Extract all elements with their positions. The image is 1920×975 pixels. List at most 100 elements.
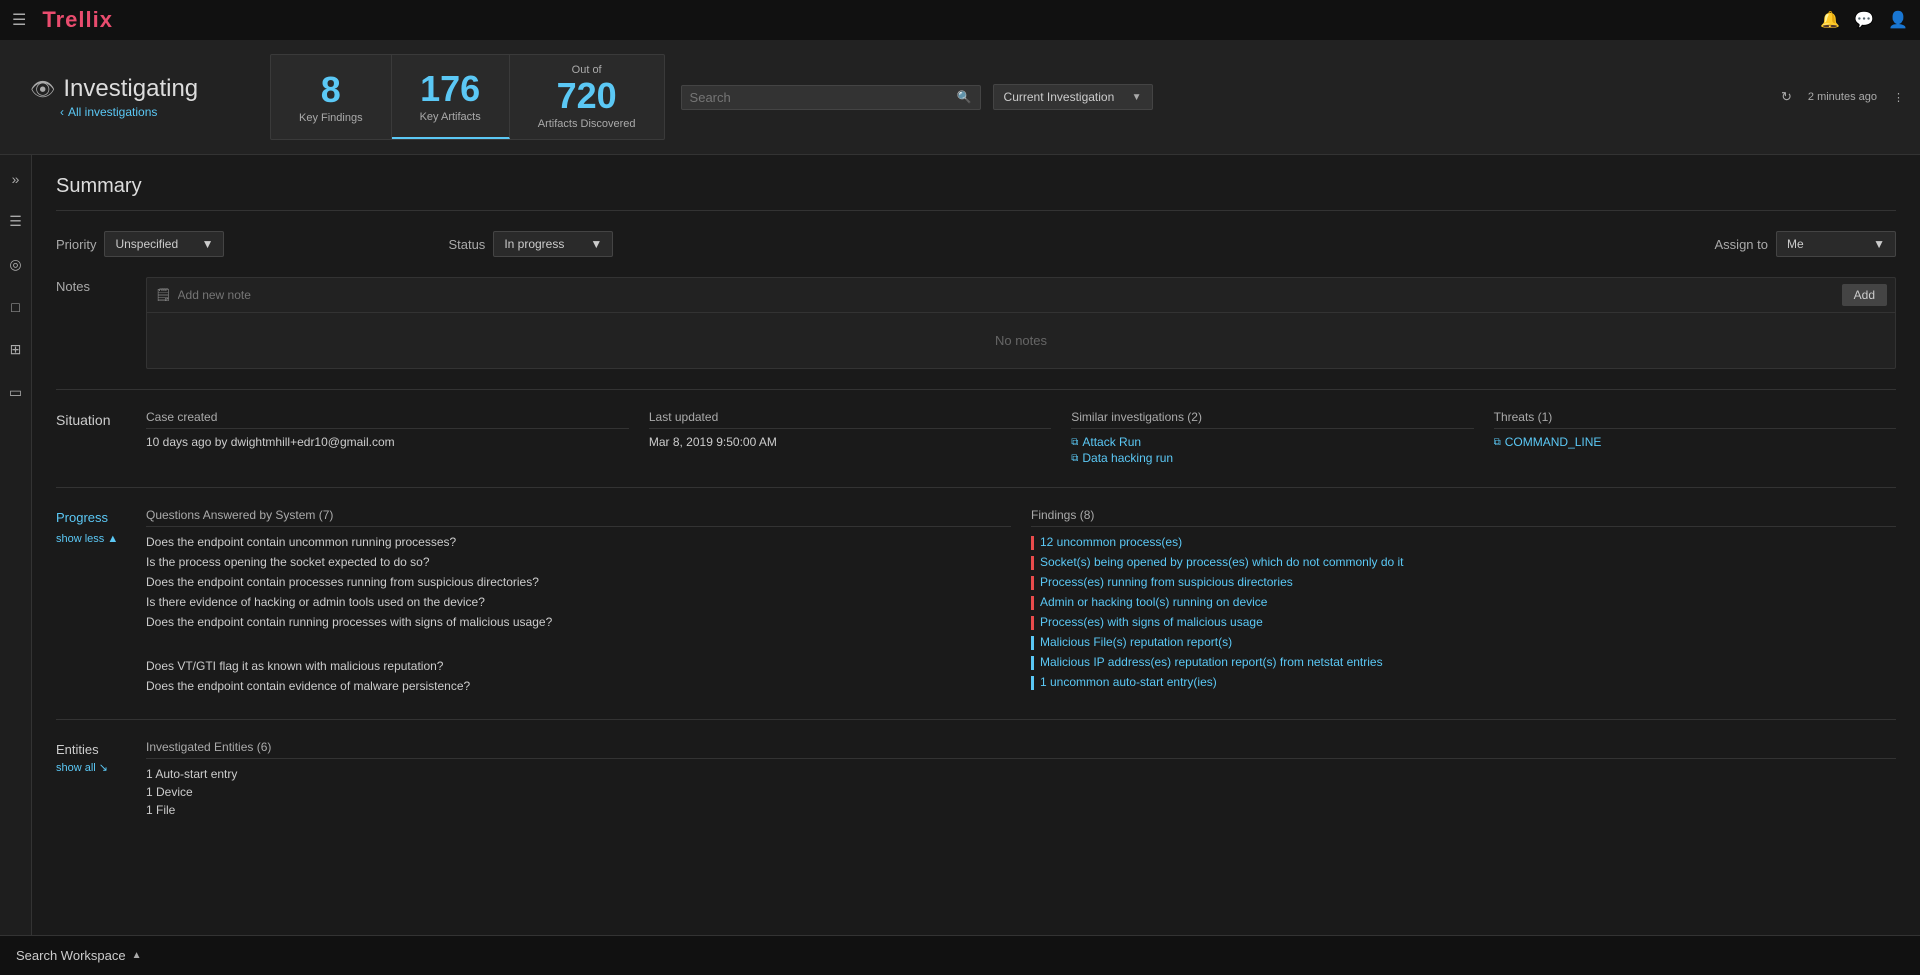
status-dropdown[interactable]: In progress ▼ xyxy=(493,231,613,257)
user-icon[interactable]: 👤 xyxy=(1888,10,1908,30)
last-updated-col: Last updated Mar 8, 2019 9:50:00 AM xyxy=(649,410,1051,467)
artifacts-label: Artifacts Discovered xyxy=(538,118,636,130)
content-area: Summary Priority Unspecified ▼ Status In… xyxy=(32,155,1920,935)
finding-bar-blue xyxy=(1031,656,1034,670)
search-box[interactable]: 🔍 xyxy=(681,85,981,110)
progress-label: Progress xyxy=(56,510,146,525)
notes-section: Notes 🗒 Add No notes xyxy=(56,277,1896,369)
entity-1: 1 Auto-start entry xyxy=(146,767,1896,781)
finding-bar-blue xyxy=(1031,676,1034,690)
sidebar: » ☰ ◎ □ ⊞ ▭ xyxy=(0,155,32,935)
key-findings-label: Key Findings xyxy=(299,112,363,124)
sidebar-expand-icon[interactable]: » xyxy=(8,167,24,191)
findings-header: Findings (8) xyxy=(1031,508,1896,527)
all-investigations-link[interactable]: ‹ All investigations xyxy=(60,105,250,119)
finding-text-7[interactable]: Malicious IP address(es) reputation repo… xyxy=(1040,655,1383,669)
more-options-icon[interactable]: ⋮ xyxy=(1893,91,1904,104)
finding-6: Malicious File(s) reputation report(s) xyxy=(1031,635,1896,650)
key-findings-number: 8 xyxy=(321,70,341,110)
status-group: Status In progress ▼ xyxy=(448,231,613,257)
status-label: Status xyxy=(448,237,485,252)
attack-run-link[interactable]: ⧉ Attack Run xyxy=(1071,435,1473,449)
finding-bar-red xyxy=(1031,556,1034,570)
finding-text-8[interactable]: 1 uncommon auto-start entry(ies) xyxy=(1040,675,1217,689)
sidebar-terminal-icon[interactable]: ▭ xyxy=(5,380,26,405)
investigation-filter-dropdown[interactable]: Current Investigation ▼ xyxy=(993,84,1153,110)
controls-row: Priority Unspecified ▼ Status In progres… xyxy=(56,231,1896,257)
sidebar-analytics-icon[interactable]: ◎ xyxy=(5,252,25,277)
notes-area: 🗒 Add No notes xyxy=(146,277,1896,369)
entity-2: 1 Device xyxy=(146,785,1896,799)
external-link-icon: ⧉ xyxy=(1071,453,1078,464)
notes-input-row: 🗒 Add xyxy=(147,278,1895,313)
external-link-icon: ⧉ xyxy=(1494,437,1501,448)
data-hacking-run-link[interactable]: ⧉ Data hacking run xyxy=(1071,451,1473,465)
finding-text-5[interactable]: Process(es) with signs of malicious usag… xyxy=(1040,615,1263,629)
finding-text-4[interactable]: Admin or hacking tool(s) running on devi… xyxy=(1040,595,1267,609)
finding-bar-red xyxy=(1031,616,1034,630)
command-line-link[interactable]: ⧉ COMMAND_LINE xyxy=(1494,435,1896,449)
notes-empty-state: No notes xyxy=(147,313,1895,368)
case-created-col: Case created 10 days ago by dwightmhill+… xyxy=(146,410,629,467)
chevron-down-icon: ▼ xyxy=(1873,237,1885,251)
investigating-label: Investigating xyxy=(63,75,198,103)
question-4: Is there evidence of hacking or admin to… xyxy=(146,595,1011,609)
key-artifacts-stat[interactable]: 176 Key Artifacts xyxy=(392,55,510,139)
priority-group: Priority Unspecified ▼ xyxy=(56,231,224,257)
search-workspace-button[interactable]: Search Workspace ▲ xyxy=(16,948,142,963)
page-title: Summary xyxy=(56,175,1896,211)
situation-label: Situation xyxy=(56,412,110,428)
search-input[interactable] xyxy=(690,90,951,105)
findings-col: Findings (8) 12 uncommon process(es) Soc… xyxy=(1031,508,1896,699)
assign-group: Assign to Me ▼ xyxy=(1715,231,1896,257)
last-updated-header: Last updated xyxy=(649,410,1051,429)
questions-col: Questions Answered by System (7) Does th… xyxy=(146,508,1011,699)
questions-header: Questions Answered by System (7) xyxy=(146,508,1011,527)
question-2: Is the process opening the socket expect… xyxy=(146,555,1011,569)
sidebar-grid-icon[interactable]: ⊞ xyxy=(6,337,26,362)
artifacts-discovered-stat: Out of 720 Artifacts Discovered xyxy=(510,55,664,139)
investigated-header: Investigated Entities (6) xyxy=(146,740,1896,759)
show-all-link[interactable]: show all ↘ xyxy=(56,761,146,774)
refresh-icon[interactable]: ↻ xyxy=(1781,89,1792,105)
finding-text-3[interactable]: Process(es) running from suspicious dire… xyxy=(1040,575,1293,589)
threats-col: Threats (1) ⧉ COMMAND_LINE xyxy=(1494,410,1896,467)
investigating-section: 👁 Investigating ‹ All investigations xyxy=(0,40,270,154)
show-less-link[interactable]: show less ▲ xyxy=(56,533,146,545)
last-updated-value: Mar 8, 2019 9:50:00 AM xyxy=(649,435,1051,449)
key-findings-stat[interactable]: 8 Key Findings xyxy=(271,55,392,139)
finding-7: Malicious IP address(es) reputation repo… xyxy=(1031,655,1896,670)
case-created-value: 10 days ago by dwightmhill+edr10@gmail.c… xyxy=(146,435,629,449)
sidebar-menu-icon[interactable]: ☰ xyxy=(5,209,26,234)
main-layout: » ☰ ◎ □ ⊞ ▭ Summary Priority Unspecified… xyxy=(0,155,1920,935)
finding-text-2[interactable]: Socket(s) being opened by process(es) wh… xyxy=(1040,555,1404,569)
sidebar-overview-icon[interactable]: □ xyxy=(7,295,23,319)
finding-2: Socket(s) being opened by process(es) wh… xyxy=(1031,555,1896,570)
question-1: Does the endpoint contain uncommon runni… xyxy=(146,535,1011,549)
artifacts-number: 720 xyxy=(557,76,617,116)
note-icon: 🗒 xyxy=(155,287,172,303)
notes-add-button[interactable]: Add xyxy=(1842,284,1887,306)
entity-3: 1 File xyxy=(146,803,1896,817)
finding-text-6[interactable]: Malicious File(s) reputation report(s) xyxy=(1040,635,1232,649)
chevron-down-icon: ▼ xyxy=(202,237,214,251)
app-logo: Trellix xyxy=(42,7,113,33)
finding-bar-red xyxy=(1031,596,1034,610)
chat-icon[interactable]: 💬 xyxy=(1854,10,1874,30)
similar-investigations-col: Similar investigations (2) ⧉ Attack Run … xyxy=(1071,410,1473,467)
priority-dropdown[interactable]: Unspecified ▼ xyxy=(104,231,224,257)
question-6 xyxy=(146,639,1011,653)
finding-text-1[interactable]: 12 uncommon process(es) xyxy=(1040,535,1182,549)
priority-label: Priority xyxy=(56,237,96,252)
assign-label: Assign to xyxy=(1715,237,1768,252)
assign-dropdown[interactable]: Me ▼ xyxy=(1776,231,1896,257)
finding-bar-red xyxy=(1031,536,1034,550)
chevron-up-icon: ▲ xyxy=(132,950,142,961)
finding-4: Admin or hacking tool(s) running on devi… xyxy=(1031,595,1896,610)
bell-icon[interactable]: 🔔 xyxy=(1820,10,1840,30)
finding-3: Process(es) running from suspicious dire… xyxy=(1031,575,1896,590)
hamburger-icon[interactable]: ☰ xyxy=(12,10,26,30)
notes-input[interactable] xyxy=(178,288,1836,302)
refresh-time: 2 minutes ago xyxy=(1808,91,1877,103)
situation-section: Situation Case created 10 days ago by dw… xyxy=(56,410,1896,467)
